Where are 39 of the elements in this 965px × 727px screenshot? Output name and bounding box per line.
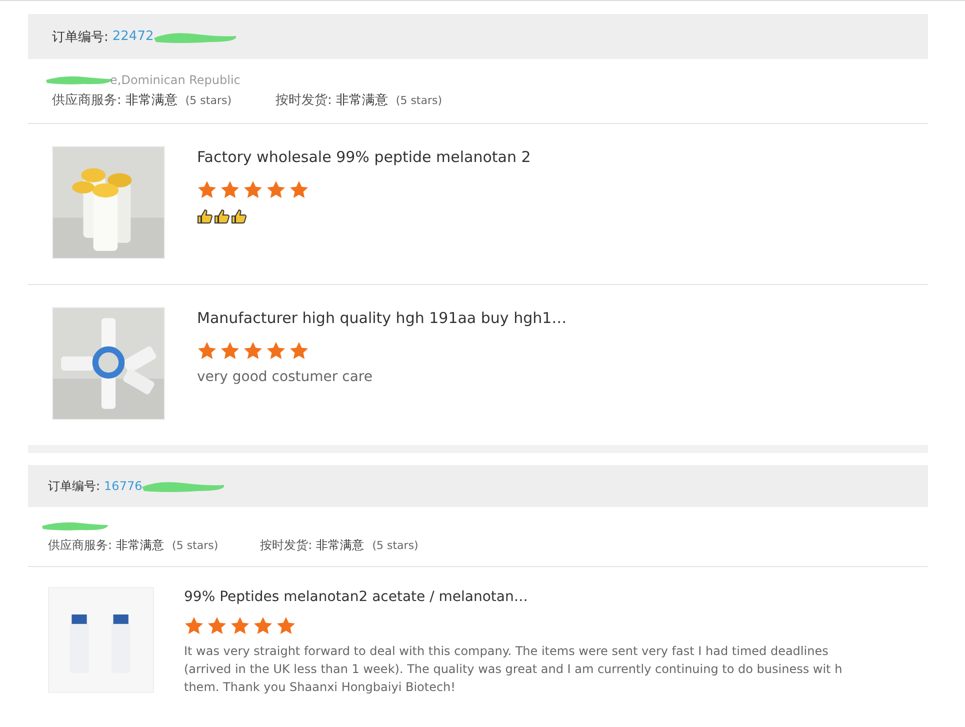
star-icon xyxy=(276,616,296,636)
product-title[interactable]: Manufacturer high quality hgh 191aa buy hgh1… xyxy=(197,309,567,327)
star-icon xyxy=(220,341,240,361)
thumbs-up-icon xyxy=(231,208,247,224)
star-icon xyxy=(230,616,250,636)
rating-stars-text: (5 stars) xyxy=(396,94,442,107)
thumbs-up-icon xyxy=(214,208,230,224)
rating-label: 按时发货: xyxy=(276,93,332,108)
star-icon xyxy=(289,180,309,200)
product-title[interactable]: 99% Peptides melanotan2 acetate / melanotan… xyxy=(184,589,874,605)
star-icon xyxy=(253,616,273,636)
star-icon xyxy=(266,180,286,200)
review-text: It was very straight forward to deal with this company. The items were sent very fast I had timed deadlines (arrived in the UK less than 1 week). The quality was great and I am currently continuing to do business wit h them. Thank you Shaanxi Hongbaiyi Biotech! xyxy=(184,643,844,696)
rating-stars-text: (5 stars) xyxy=(172,539,218,552)
rating-label: 供应商服务: xyxy=(48,538,112,552)
rating-value: 非常满意 xyxy=(336,93,388,108)
star-icon xyxy=(207,616,227,636)
redaction-mark xyxy=(40,520,110,532)
rating-label: 供应商服务: xyxy=(52,93,122,108)
star-icon xyxy=(197,180,217,200)
order-number-label: 订单编号: xyxy=(52,28,108,46)
buyer-location: e,Dominican Republic xyxy=(110,73,240,87)
review-text: very good costumer care xyxy=(197,369,374,385)
thumbs-up-icon xyxy=(197,208,213,224)
star-icon xyxy=(266,341,286,361)
star-icon xyxy=(220,180,240,200)
rating-label: 按时发货: xyxy=(260,538,312,552)
star-icon xyxy=(243,180,263,200)
rating-stars-text: (5 stars) xyxy=(185,94,232,107)
rating-value: 非常满意 xyxy=(125,93,178,108)
product-title[interactable]: Factory wholesale 99% peptide melanotan 2 xyxy=(197,148,531,166)
rating-stars-text: (5 stars) xyxy=(372,539,418,552)
star-icon xyxy=(243,341,263,361)
rating-value: 非常满意 xyxy=(316,538,364,552)
star-icon xyxy=(184,616,204,636)
order-number-label: 订单编号: xyxy=(48,478,100,494)
star-icon xyxy=(289,341,309,361)
star-icon xyxy=(197,341,217,361)
rating-value: 非常满意 xyxy=(116,538,164,552)
